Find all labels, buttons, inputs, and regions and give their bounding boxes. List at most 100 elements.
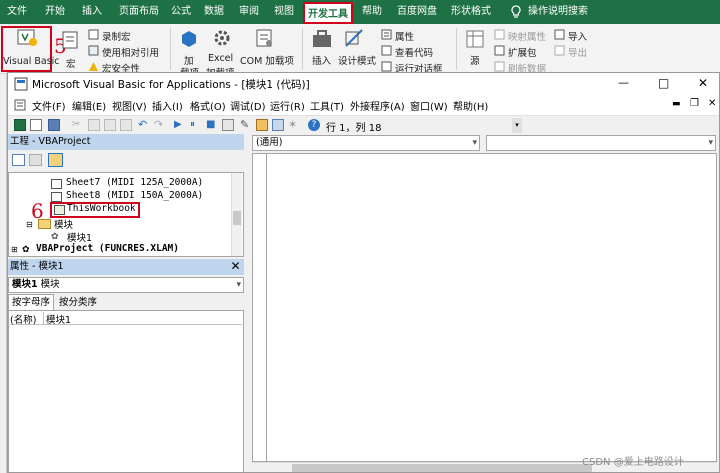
vbe-toolbar: ✂ ↶ ↷ ▶ ⏸ ■ ✎ ✶ ? 行 1，列 18 ▾ [8, 115, 719, 134]
help-icon[interactable]: ? [308, 119, 320, 131]
source-button[interactable]: 源 [470, 53, 480, 67]
relative-reference-button[interactable]: 使用相对引用 [102, 45, 159, 59]
child-restore-button[interactable]: ❐ [690, 98, 699, 109]
tab-shape-format[interactable]: 形状格式 [448, 0, 494, 24]
collapse-icon[interactable]: ⊟ [26, 220, 33, 229]
properties-object-name: 模块1 [12, 279, 38, 290]
save-icon[interactable] [48, 119, 60, 131]
tab-file[interactable]: 文件 [2, 0, 32, 24]
scrollbar-thumb[interactable] [292, 464, 592, 472]
insert-control-button[interactable]: 插入 [312, 53, 331, 67]
close-button[interactable]: ✕ [698, 76, 708, 90]
menu-view[interactable]: 视图(V) [112, 98, 147, 113]
toolbox-toolbar-icon[interactable]: ✶ [288, 119, 300, 131]
macros-icon [62, 30, 80, 53]
view-code-icon [381, 45, 392, 59]
properties-window-icon[interactable] [256, 119, 268, 131]
excel-addins-button[interactable]: Excel [208, 53, 233, 64]
find-icon[interactable] [120, 119, 132, 131]
map-properties-button[interactable]: 映射属性 [508, 29, 546, 43]
object-combo[interactable]: (通用) ▾ [252, 135, 480, 151]
tree-item-modules-folder[interactable]: 模块 [54, 217, 73, 231]
ribbon-separator [302, 28, 303, 70]
tree-item-funcres[interactable]: VBAProject (FUNCRES.XLAM) [36, 243, 179, 254]
property-name-value[interactable]: 模块1 [44, 312, 242, 326]
run-icon[interactable]: ▶ [174, 119, 186, 131]
menu-file[interactable]: 文件(F) [32, 98, 66, 113]
tab-help[interactable]: 帮助 [358, 0, 386, 24]
paste-icon[interactable] [104, 119, 116, 131]
module-icon: ✿ [51, 232, 59, 242]
minimize-button[interactable]: — [618, 76, 629, 89]
tab-baidu-netdisk[interactable]: 百度网盘 [394, 0, 440, 24]
menu-insert[interactable]: 插入(I) [152, 98, 183, 113]
project-tree-scrollbar[interactable] [231, 173, 242, 256]
cut-icon[interactable]: ✂ [72, 119, 84, 131]
maximize-button[interactable]: □ [658, 76, 669, 90]
break-icon[interactable]: ⏸ [190, 119, 202, 131]
menu-window[interactable]: 窗口(W) [410, 98, 448, 113]
menu-run[interactable]: 运行(R) [270, 98, 305, 113]
copy-icon[interactable] [88, 119, 100, 131]
child-minimize-button[interactable]: ▬ [672, 99, 681, 109]
menu-debug[interactable]: 调试(D) [230, 98, 266, 113]
com-addins-button[interactable]: COM 加载项 [240, 53, 294, 67]
vbe-title-bar: Microsoft Visual Basic for Applications … [8, 73, 719, 95]
view-code-panel-icon[interactable] [12, 154, 25, 166]
vba-app-icon [14, 77, 28, 94]
child-close-button[interactable]: ✕ [708, 98, 716, 109]
redo-icon[interactable]: ↷ [154, 119, 166, 131]
tab-home[interactable]: 开始 [40, 0, 70, 24]
view-excel-icon[interactable] [14, 119, 26, 131]
expand-icon[interactable]: ⊞ [11, 245, 18, 254]
properties-button[interactable]: 属性 [395, 29, 414, 43]
properties-grid: (名称) 模块1 [8, 310, 244, 472]
excel-ribbon-body: Visual Basic 5 宏 录制宏 使用相对引用 宏安全性 加 载项 Ex… [0, 24, 720, 74]
menu-help[interactable]: 帮助(H) [453, 98, 488, 113]
properties-close-icon[interactable]: ✕ [229, 260, 242, 273]
tab-alphabetic[interactable]: 按字母序 [8, 294, 54, 310]
visual-basic-button[interactable]: Visual Basic [3, 56, 60, 67]
tab-data[interactable]: 数据 [200, 0, 228, 24]
design-mode-button[interactable]: 设计模式 [338, 53, 376, 67]
tab-page-layout[interactable]: 页面布局 [114, 0, 164, 24]
tab-categorized[interactable]: 按分类序 [55, 296, 101, 310]
toolbar-options-icon[interactable]: ▾ [512, 118, 522, 133]
toggle-folders-icon[interactable] [48, 153, 63, 167]
object-browser-icon[interactable] [272, 119, 284, 131]
menu-addins[interactable]: 外接程序(A) [350, 98, 405, 113]
code-editor[interactable] [252, 153, 717, 462]
menu-format[interactable]: 格式(O) [190, 98, 226, 113]
properties-object-combo[interactable]: 模块1 模块 ▾ [8, 277, 244, 293]
project-explorer-icon[interactable]: ✎ [240, 119, 252, 131]
menu-edit[interactable]: 编辑(E) [72, 98, 106, 113]
tab-insert[interactable]: 插入 [78, 0, 106, 24]
tab-view[interactable]: 视图 [270, 0, 298, 24]
macros-button[interactable]: 宏 [66, 56, 76, 70]
insert-module-icon[interactable] [30, 119, 42, 131]
view-object-panel-icon[interactable] [29, 154, 42, 166]
tree-item-sheet8[interactable]: Sheet8 (MIDI 150A_2000A) [66, 190, 203, 201]
relative-reference-icon [88, 45, 99, 59]
reset-icon[interactable]: ■ [206, 119, 218, 131]
procedure-combo[interactable]: ▾ [486, 135, 716, 151]
tab-developer[interactable]: 开发工具 [303, 2, 353, 24]
tree-item-thisworkbook[interactable]: ThisWorkbook [67, 203, 136, 214]
tell-me-search[interactable]: 操作说明搜索 [527, 0, 589, 24]
com-addins-icon [254, 28, 274, 51]
view-code-button[interactable]: 查看代码 [395, 45, 433, 59]
properties-icon [381, 29, 392, 43]
menu-tools[interactable]: 工具(T) [310, 98, 344, 113]
undo-icon[interactable]: ↶ [138, 119, 150, 131]
tree-item-module1[interactable]: 模块1 [67, 230, 92, 244]
design-mode-toolbar-icon[interactable] [222, 119, 234, 131]
lightbulb-icon [507, 0, 525, 24]
tab-review[interactable]: 审阅 [235, 0, 263, 24]
tree-item-sheet7[interactable]: Sheet7 (MIDI 125A_2000A) [66, 177, 203, 188]
scrollbar-thumb[interactable] [233, 211, 241, 225]
tab-formulas[interactable]: 公式 [168, 0, 194, 24]
export-button[interactable]: 导出 [568, 45, 587, 59]
record-macro-button[interactable]: 录制宏 [102, 29, 131, 43]
import-button[interactable]: 导入 [568, 29, 587, 43]
expansion-pack-button[interactable]: 扩展包 [508, 45, 537, 59]
